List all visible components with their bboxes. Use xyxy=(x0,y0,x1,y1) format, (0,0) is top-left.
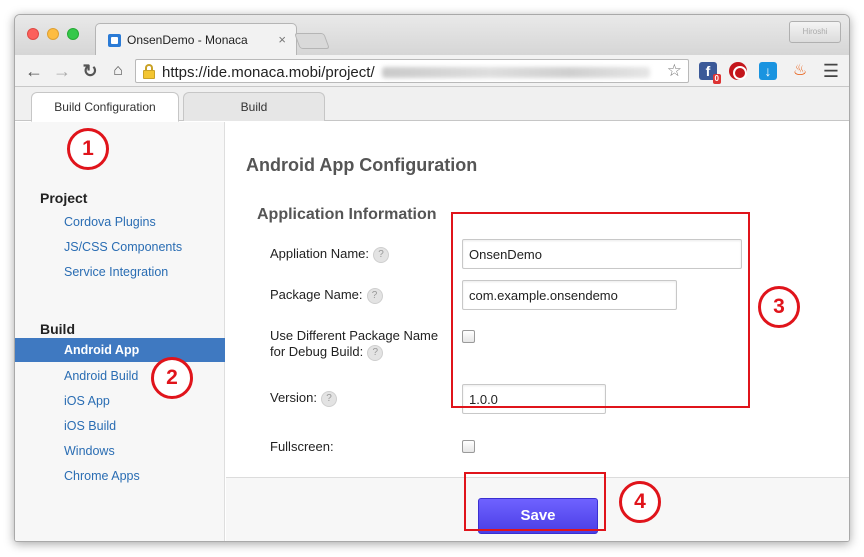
app-name-label: Appliation Name:? xyxy=(270,246,389,263)
browser-toolbar: ← → ↻ ⌂ https://ide.monaca.mobi/project/… xyxy=(15,55,849,87)
sidebar: Project Cordova Plugins JS/CSS Component… xyxy=(15,122,225,541)
tab-build-configuration[interactable]: Build Configuration xyxy=(31,92,179,122)
tab-title: OnsenDemo - Monaca xyxy=(127,33,248,47)
annotation-marker-4: 4 xyxy=(619,481,661,523)
help-icon[interactable]: ? xyxy=(373,246,389,263)
facebook-icon[interactable]: f 0 xyxy=(699,62,721,84)
package-name-label: Package Name:? xyxy=(270,287,383,304)
fullscreen-checkbox[interactable] xyxy=(462,440,475,453)
help-icon[interactable]: ? xyxy=(367,344,384,361)
redacted-url-segment xyxy=(382,67,650,78)
title-bar: OnsenDemo - Monaca × Hiroshi xyxy=(15,15,849,55)
sidebar-item-js-css-components[interactable]: JS/CSS Components xyxy=(64,240,182,254)
annotation-marker-3: 3 xyxy=(758,286,800,328)
page-title: Android App Configuration xyxy=(246,155,478,175)
download-icon[interactable]: ↓ xyxy=(759,62,777,80)
annotation-box-save xyxy=(464,472,606,531)
debug-package-label: Use Different Package Name for Debug Bui… xyxy=(270,328,438,361)
profile-button[interactable]: Hiroshi xyxy=(789,21,841,43)
section-title: Application Information xyxy=(257,206,437,223)
sidebar-item-android-build[interactable]: Android Build xyxy=(64,369,138,383)
back-arrow-icon[interactable]: ← xyxy=(23,60,45,82)
home-icon[interactable]: ⌂ xyxy=(107,60,129,82)
menu-icon[interactable]: ☰ xyxy=(823,61,839,81)
reload-icon[interactable]: ↻ xyxy=(79,60,101,82)
app-tab-bar: Build Configuration Build xyxy=(15,87,849,122)
sidebar-heading-build: Build xyxy=(40,321,75,337)
sidebar-item-service-integration[interactable]: Service Integration xyxy=(64,265,168,279)
new-tab-button[interactable] xyxy=(294,33,330,49)
fullscreen-label: Fullscreen: xyxy=(270,439,334,454)
app-name-label-text: Appliation Name: xyxy=(270,246,369,261)
sidebar-item-android-app[interactable]: Android App xyxy=(15,338,225,362)
annotation-marker-1: 1 xyxy=(67,128,109,170)
sidebar-item-chrome-apps[interactable]: Chrome Apps xyxy=(64,469,140,483)
help-icon[interactable]: ? xyxy=(320,390,337,407)
star-icon[interactable]: ☆ xyxy=(667,61,682,81)
version-label-text: Version: xyxy=(270,390,317,405)
sidebar-item-ios-build[interactable]: iOS Build xyxy=(64,419,116,433)
annotation-box-form-fields xyxy=(451,212,750,408)
facebook-badge: 0 xyxy=(712,74,721,84)
tab-close-icon[interactable]: × xyxy=(278,32,286,47)
debug-package-label-line1: Use Different Package Name xyxy=(270,328,439,343)
sidebar-item-windows[interactable]: Windows xyxy=(64,444,115,458)
annotation-marker-2: 2 xyxy=(151,357,193,399)
debug-package-label-line2: for Debug Build: xyxy=(270,344,364,359)
sidebar-item-ios-app[interactable]: iOS App xyxy=(64,394,110,408)
address-bar[interactable]: https://ide.monaca.mobi/project/ ☆ xyxy=(135,59,689,83)
minimize-window-button[interactable] xyxy=(47,28,59,40)
monaca-favicon-icon xyxy=(108,34,121,47)
package-name-label-text: Package Name: xyxy=(270,287,363,302)
lock-icon xyxy=(142,64,156,79)
forward-arrow-icon[interactable]: → xyxy=(51,60,73,82)
close-window-button[interactable] xyxy=(27,28,39,40)
url-text: https://ide.monaca.mobi/project/ xyxy=(162,64,375,81)
fire-icon[interactable]: ♨ xyxy=(791,62,809,80)
sidebar-heading-project: Project xyxy=(40,190,88,206)
browser-tab[interactable]: OnsenDemo - Monaca × xyxy=(95,23,297,55)
stop-icon[interactable] xyxy=(729,62,747,80)
version-label: Version:? xyxy=(270,390,337,407)
help-icon[interactable]: ? xyxy=(366,287,383,304)
sidebar-item-cordova-plugins[interactable]: Cordova Plugins xyxy=(64,215,156,229)
zoom-window-button[interactable] xyxy=(67,28,79,40)
tab-build[interactable]: Build xyxy=(183,92,325,121)
